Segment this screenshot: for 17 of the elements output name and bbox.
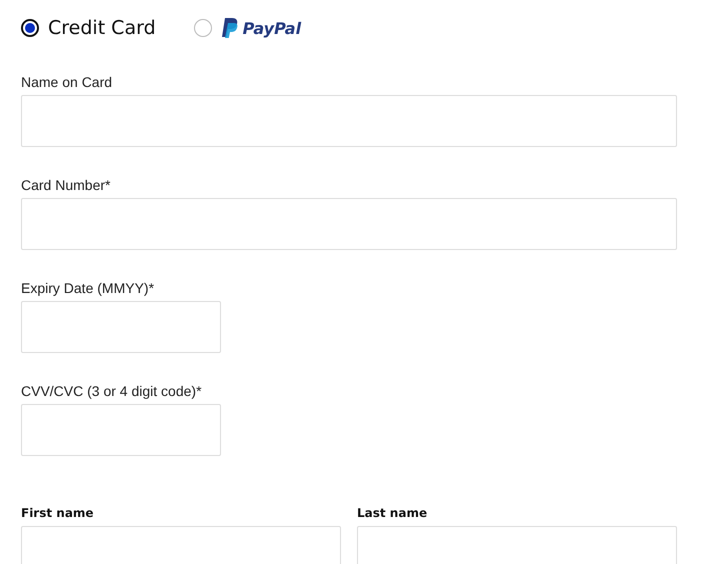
field-label: CVV/CVC (3 or 4 digit code)* [21, 383, 202, 399]
field-label: Name on Card [21, 74, 112, 90]
field-label: Last name [357, 506, 428, 520]
input-field[interactable] [21, 404, 221, 456]
input-field[interactable] [357, 526, 677, 564]
input-field[interactable] [21, 526, 341, 564]
input-field[interactable] [21, 198, 677, 250]
option-label[interactable]: PayPal [242, 18, 302, 38]
letter-p-icon [220, 18, 239, 38]
option-label[interactable]: Credit Card [48, 17, 156, 39]
input-field[interactable] [21, 95, 677, 147]
field-label: Expiry Date (MMYY)* [21, 280, 154, 296]
field-label: Card Number* [21, 177, 110, 193]
radio-button[interactable] [194, 19, 212, 37]
radio-button[interactable] [21, 19, 39, 37]
field-label: First name [21, 506, 94, 520]
input-field[interactable] [21, 301, 221, 353]
